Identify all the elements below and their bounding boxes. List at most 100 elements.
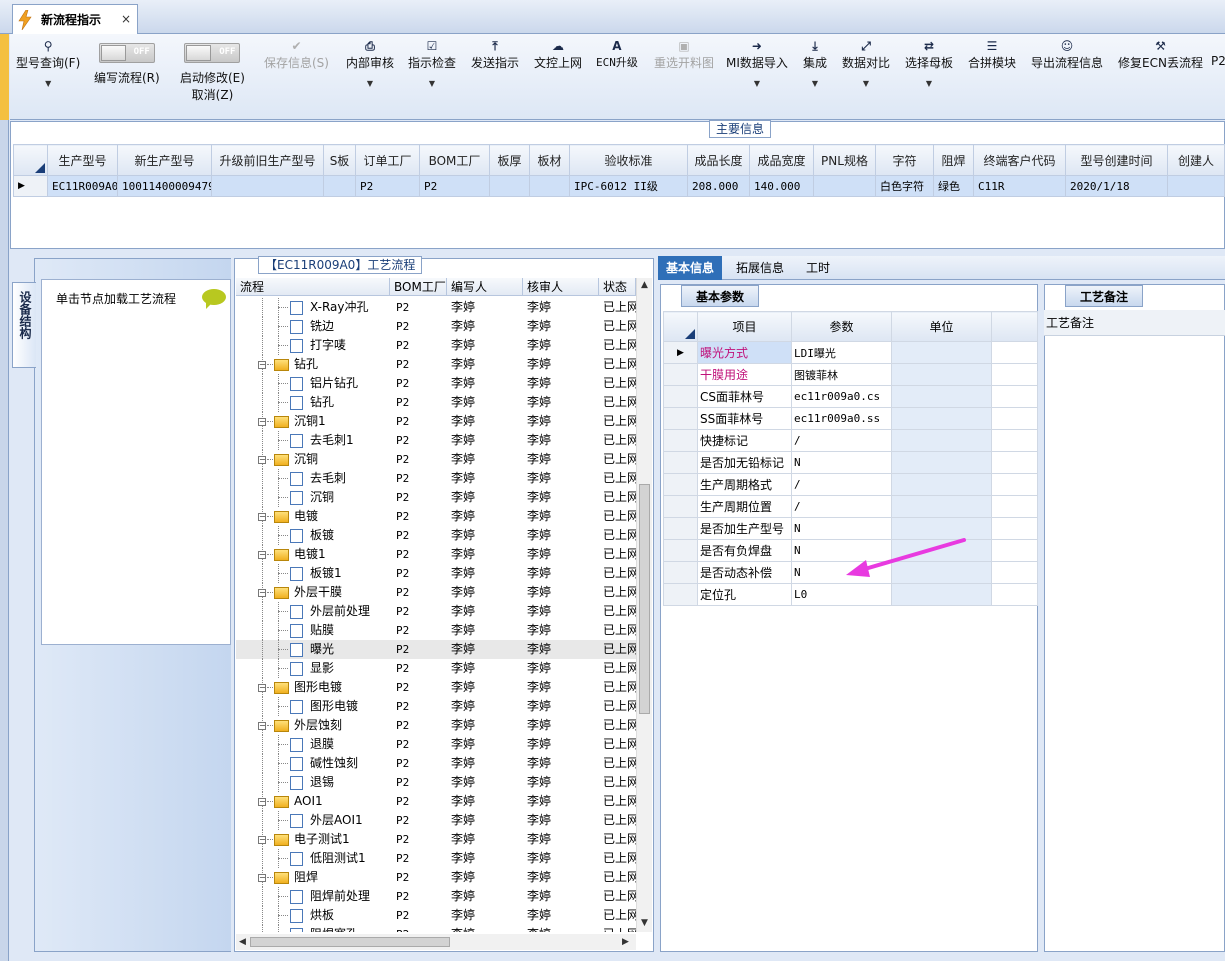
tree-cell-bom[interactable]: P2 — [390, 564, 447, 583]
param-value[interactable]: / — [791, 473, 892, 496]
tree-cell-bom[interactable]: P2 — [390, 697, 447, 716]
tree-node-cell[interactable]: 贴膜 — [236, 621, 390, 640]
tree-node-cell[interactable]: 低阻测试1 — [236, 849, 390, 868]
chevron-down-icon[interactable]: ▼ — [408, 79, 456, 88]
tree-node-cell[interactable]: 板镀 — [236, 526, 390, 545]
collapse-icon[interactable]: − — [258, 684, 266, 692]
tree-cell-bom[interactable]: P2 — [390, 773, 447, 792]
tree-cell-reviewer[interactable]: 李婷 — [523, 735, 599, 754]
tree-cell-status[interactable]: 已上网 — [599, 355, 636, 374]
tree-node-cell[interactable]: − 钻孔 — [236, 355, 390, 374]
column-header[interactable]: 流程 — [236, 278, 390, 295]
tree-node-cell[interactable]: 图形电镀 — [236, 697, 390, 716]
tree-cell-bom[interactable]: P2 — [390, 355, 447, 374]
tree-row[interactable]: 低阻测试1 P2 李婷 李婷 已上网 — [236, 849, 636, 868]
table-cell[interactable]: 208.000 — [687, 175, 750, 197]
tree-cell-writer[interactable]: 李婷 — [447, 336, 523, 355]
tree-cell-status[interactable]: 已上网 — [599, 811, 636, 830]
internal-review-button[interactable]: ⎙ 内部审核 ▼ — [346, 38, 394, 88]
tree-cell-status[interactable]: 已上网 — [599, 450, 636, 469]
param-item[interactable]: 是否有负焊盘 — [697, 539, 792, 562]
tree-cell-bom[interactable]: P2 — [390, 469, 447, 488]
table-cell[interactable]: 10011400009479 — [117, 175, 212, 197]
tree-row[interactable]: 铣边 P2 李婷 李婷 已上网 — [236, 317, 636, 336]
tree-cell-reviewer[interactable]: 李婷 — [523, 754, 599, 773]
tree-cell-status[interactable]: 已上网 — [599, 678, 636, 697]
tree-cell-bom[interactable]: P2 — [390, 640, 447, 659]
param-item[interactable]: 曝光方式 — [697, 341, 792, 364]
toggle-switch[interactable]: OFF — [98, 43, 155, 63]
column-header[interactable]: 项目 — [697, 311, 792, 342]
cancel-label[interactable]: 取消(Z) — [192, 88, 234, 102]
tree-node-cell[interactable]: 板镀1 — [236, 564, 390, 583]
param-unit[interactable] — [891, 495, 992, 518]
column-header[interactable]: BOM工厂 — [390, 278, 447, 295]
integrate-button[interactable]: ⤓ 集成 ▼ — [803, 38, 827, 88]
tree-row[interactable]: 阻焊塞孔P2李婷李婷已上网 — [236, 925, 636, 932]
tree-row[interactable]: − 阻焊 P2 李婷 李婷 已上网 — [236, 868, 636, 887]
tree-row[interactable]: − 钻孔 P2 李婷 李婷 已上网 — [236, 355, 636, 374]
column-header[interactable]: 编写人 — [447, 278, 523, 295]
tree-row[interactable]: 沉铜 P2 李婷 李婷 已上网 — [236, 488, 636, 507]
tree-cell-writer[interactable]: 李婷 — [447, 507, 523, 526]
table-cell[interactable] — [211, 175, 324, 197]
tree-node-cell[interactable]: − AOI1 — [236, 792, 390, 811]
scrollbar-thumb[interactable] — [250, 937, 450, 947]
tree-cell-status[interactable]: 已上网 — [599, 374, 636, 393]
param-value[interactable]: 图镀菲林 — [791, 363, 892, 386]
tree-node-cell[interactable]: − 外层蚀刻 — [236, 716, 390, 735]
tree-cell-writer[interactable]: 李婷 — [447, 393, 523, 412]
param-row[interactable]: SS面菲林号 ec11r009a0.ss — [663, 407, 1038, 430]
table-cell[interactable]: P2 — [419, 175, 490, 197]
tree-cell-bom[interactable]: P2 — [390, 431, 447, 450]
tree-cell-bom[interactable]: P2 — [390, 621, 447, 640]
tree-cell-status[interactable]: 已上网 — [599, 906, 636, 925]
grid-corner[interactable] — [13, 144, 48, 176]
flow-tree-grid[interactable]: X-Ray冲孔 P2 李婷 李婷 已上网 铣边 P2 李婷 李婷 已上网 打字唛 P2 李婷 李婷 已上网 −… — [236, 298, 636, 932]
tree-node-cell[interactable]: − 图形电镀 — [236, 678, 390, 697]
tree-cell-status[interactable]: 已上网 — [599, 412, 636, 431]
tree-node-cell[interactable]: 去毛刺 — [236, 469, 390, 488]
tree-node-cell[interactable]: 外层AOI1 — [236, 811, 390, 830]
tree-row[interactable]: 显影 P2 李婷 李婷 已上网 — [236, 659, 636, 678]
tree-row[interactable]: 板镀1 P2 李婷 李婷 已上网 — [236, 564, 636, 583]
equipment-tree[interactable]: 单击节点加载工艺流程 — [41, 279, 231, 645]
tree-node-cell[interactable]: 外层前处理 — [236, 602, 390, 621]
tree-cell-bom[interactable]: P2 — [390, 488, 447, 507]
param-value[interactable]: / — [791, 429, 892, 452]
tree-row[interactable]: − 外层干膜 P2 李婷 李婷 已上网 — [236, 583, 636, 602]
tree-cell-bom[interactable]: P2 — [390, 868, 447, 887]
column-header[interactable]: 核审人 — [523, 278, 599, 295]
column-header[interactable]: 新生产型号 — [117, 144, 212, 176]
tree-cell-writer[interactable]: 李婷 — [447, 374, 523, 393]
table-cell[interactable] — [813, 175, 876, 197]
param-unit[interactable] — [891, 429, 992, 452]
column-header[interactable]: 板材 — [529, 144, 570, 176]
tree-row[interactable]: − 电子测试1 P2 李婷 李婷 已上网 — [236, 830, 636, 849]
tree-cell-status[interactable]: 已上网 — [599, 754, 636, 773]
tree-cell-writer[interactable]: 李婷 — [447, 716, 523, 735]
tree-cell-bom[interactable]: P2 — [390, 754, 447, 773]
column-header[interactable]: 型号创建时间 — [1065, 144, 1168, 176]
collapse-icon[interactable]: − — [258, 456, 266, 464]
tree-cell-status[interactable]: 已上网 — [599, 317, 636, 336]
tree-cell-status[interactable]: 已上网 — [599, 849, 636, 868]
data-compare-button[interactable]: ⤢ 数据对比 ▼ — [842, 38, 890, 88]
param-unit[interactable] — [891, 407, 992, 430]
param-unit[interactable] — [891, 473, 992, 496]
tree-cell-writer[interactable]: 李婷 — [447, 792, 523, 811]
tree-cell-bom[interactable]: P2 — [390, 507, 447, 526]
param-item[interactable]: 是否加无铅标记 — [697, 451, 792, 474]
column-header[interactable]: 终端客户代码 — [973, 144, 1066, 176]
tree-cell-writer[interactable]: 李婷 — [447, 735, 523, 754]
tree-row[interactable]: − AOI1 P2 李婷 李婷 已上网 — [236, 792, 636, 811]
tree-cell-reviewer[interactable]: 李婷 — [523, 906, 599, 925]
reselect-cutting-button[interactable]: ▣ 重选开料图 — [654, 38, 714, 71]
tree-node-cell[interactable]: 烘板 — [236, 906, 390, 925]
tab-extended-info[interactable]: 拓展信息 — [728, 256, 792, 280]
param-unit[interactable] — [891, 451, 992, 474]
chevron-down-icon[interactable]: ▼ — [346, 79, 394, 88]
param-item[interactable]: 定位孔 — [697, 583, 792, 606]
tree-cell-status[interactable]: 已上网 — [599, 583, 636, 602]
tree-cell-reviewer[interactable]: 李婷 — [523, 488, 599, 507]
